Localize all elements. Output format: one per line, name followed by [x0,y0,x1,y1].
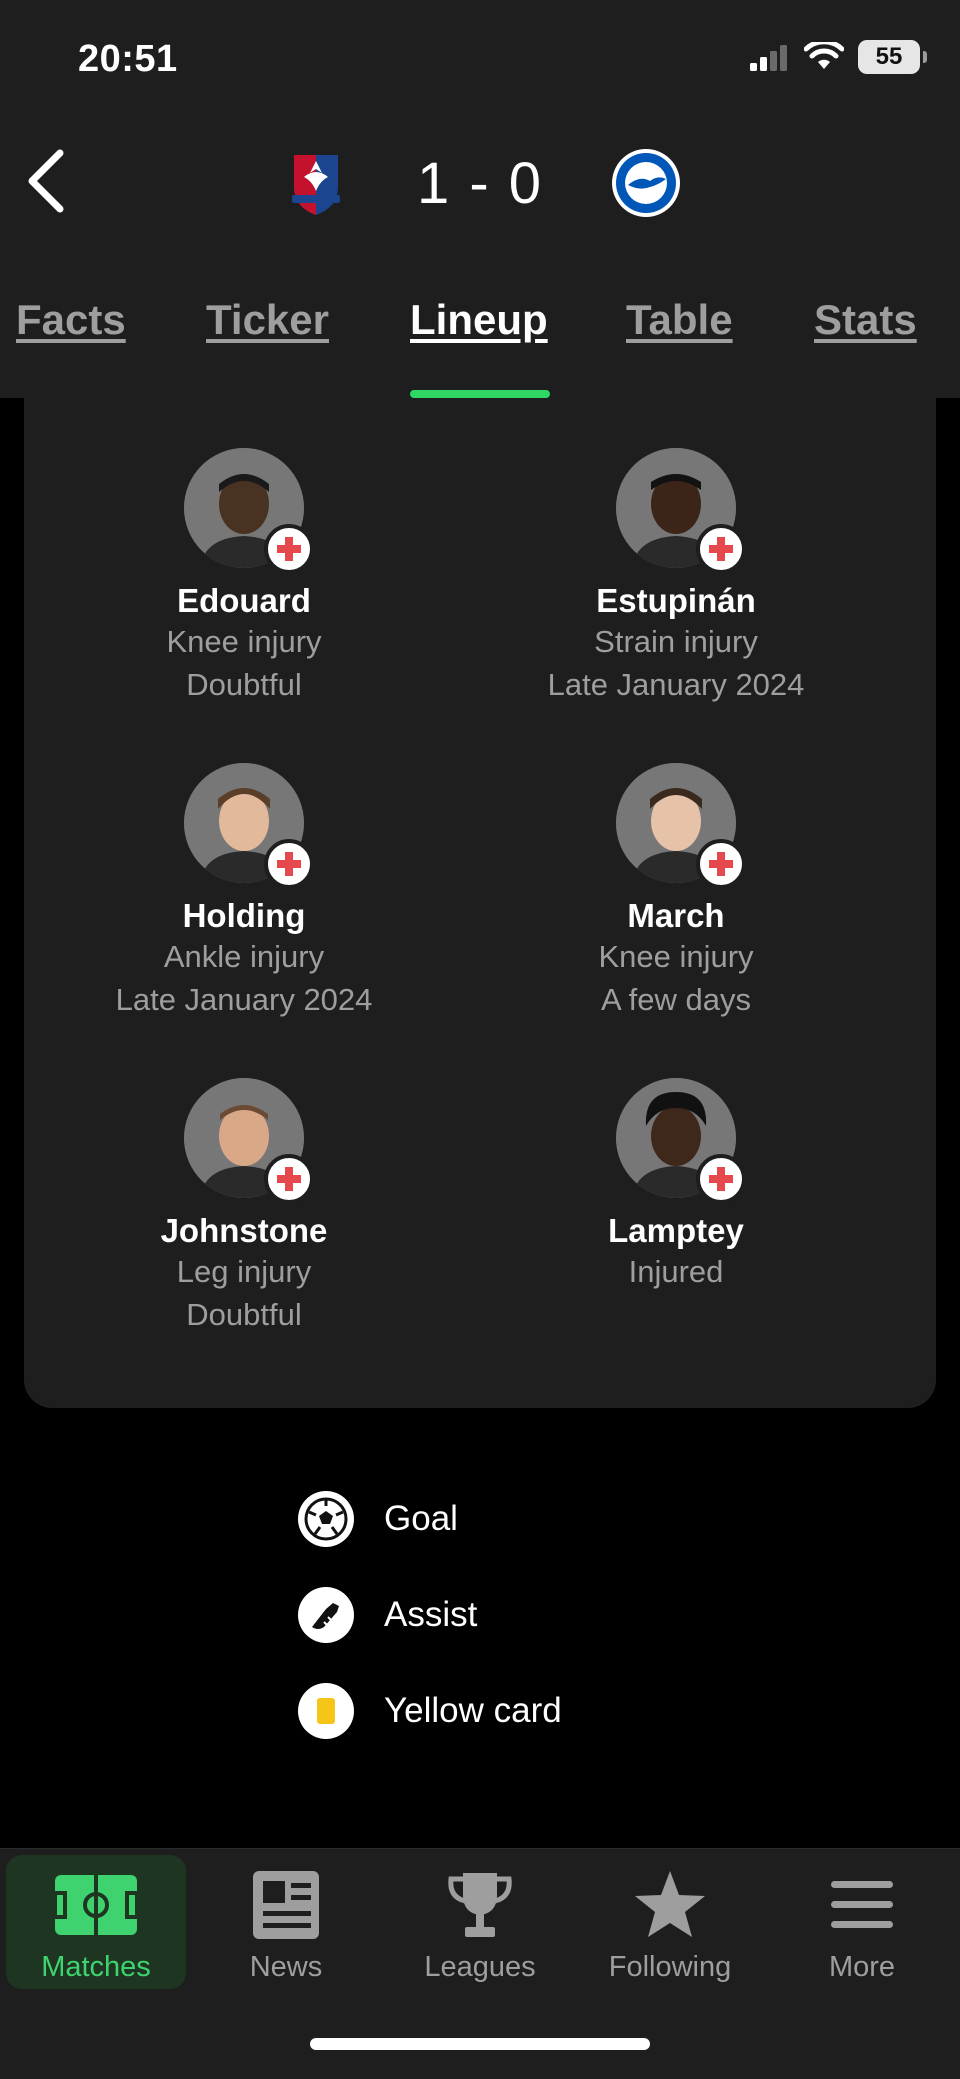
brighton-crest-icon[interactable] [610,147,682,219]
player-name: March [627,897,725,934]
back-arrow-icon[interactable] [20,145,80,217]
tab-ticker[interactable]: Ticker [206,296,329,344]
player-lamptey[interactable]: Lamptey Injured [456,1078,896,1293]
star-icon [635,1871,705,1937]
battery-icon: 55 [858,40,927,74]
player-name: Lamptey [608,1212,744,1249]
legend-label: Goal [384,1499,458,1538]
expected-return: Doubtful [186,1297,302,1332]
injury-icon [264,839,314,889]
injured-players-card: Edouard Knee injury Doubtful Estupinán S… [24,398,936,1408]
injury-type: Knee injury [166,624,322,659]
signal-icon [750,45,787,71]
player-march[interactable]: March Knee injury A few days [456,763,896,1021]
nav-more[interactable]: More [772,1855,952,1989]
menu-icon [831,1881,893,1928]
injury-type: Strain injury [594,624,758,659]
tab-facts[interactable]: Facts [16,296,126,344]
expected-return: Late January 2024 [115,982,373,1017]
player-name: Johnstone [160,1212,328,1249]
home-indicator[interactable] [310,2038,650,2050]
legend-label: Yellow card [384,1691,562,1730]
expected-return: Late January 2024 [547,667,805,702]
player-name: Estupinán [596,582,756,619]
pitch-icon [53,1875,139,1935]
nav-news[interactable]: News [196,1855,376,1989]
boot-icon [298,1587,354,1643]
legend-yellow-card: Yellow card [298,1682,562,1740]
injury-type: Ankle injury [163,939,325,974]
injury-type: Leg injury [176,1254,312,1289]
nav-label: News [249,1951,323,1983]
match-tabs: Facts Ticker Lineup Table Stats [0,296,960,356]
player-name: Holding [182,897,306,934]
tab-table[interactable]: Table [626,296,733,344]
injury-type: Knee injury [598,939,754,974]
active-tab-indicator [410,390,550,398]
injury-type: Injured [628,1254,724,1289]
yellow-card-icon [298,1683,354,1739]
legend-goal: Goal [298,1490,458,1548]
status-icons: 55 [750,40,927,74]
player-estupinan[interactable]: Estupinán Strain injury Late January 202… [456,448,896,706]
nav-following[interactable]: Following [580,1855,760,1989]
match-header: 20:51 55 1 - 0 Facts Ticker Lineup Table… [0,0,960,398]
newspaper-icon [253,1871,319,1939]
tab-stats[interactable]: Stats [814,296,917,344]
injury-icon [696,524,746,574]
injury-icon [264,524,314,574]
injury-icon [696,1154,746,1204]
player-johnstone[interactable]: Johnstone Leg injury Doubtful [24,1078,464,1336]
player-edouard[interactable]: Edouard Knee injury Doubtful [24,448,464,706]
injury-icon [696,839,746,889]
nav-label: Following [608,1951,732,1983]
tab-lineup[interactable]: Lineup [410,296,548,344]
expected-return: Doubtful [186,667,302,702]
soccer-ball-icon [298,1491,354,1547]
nav-matches[interactable]: Matches [6,1855,186,1989]
crystal-palace-crest-icon[interactable] [280,147,352,219]
nav-label: Leagues [424,1951,536,1983]
trophy-icon [448,1873,512,1937]
wifi-icon [804,42,844,69]
status-time: 20:51 [78,38,178,80]
nav-leagues[interactable]: Leagues [390,1855,570,1989]
player-holding[interactable]: Holding Ankle injury Late January 2024 [24,763,464,1021]
player-name: Edouard [177,582,311,619]
nav-label: Matches [41,1951,151,1983]
legend-label: Assist [384,1595,478,1634]
match-score: 1 - 0 [416,151,544,216]
legend-assist: Assist [298,1586,477,1644]
expected-return: A few days [601,982,751,1017]
injury-icon [264,1154,314,1204]
nav-label: More [828,1951,896,1983]
